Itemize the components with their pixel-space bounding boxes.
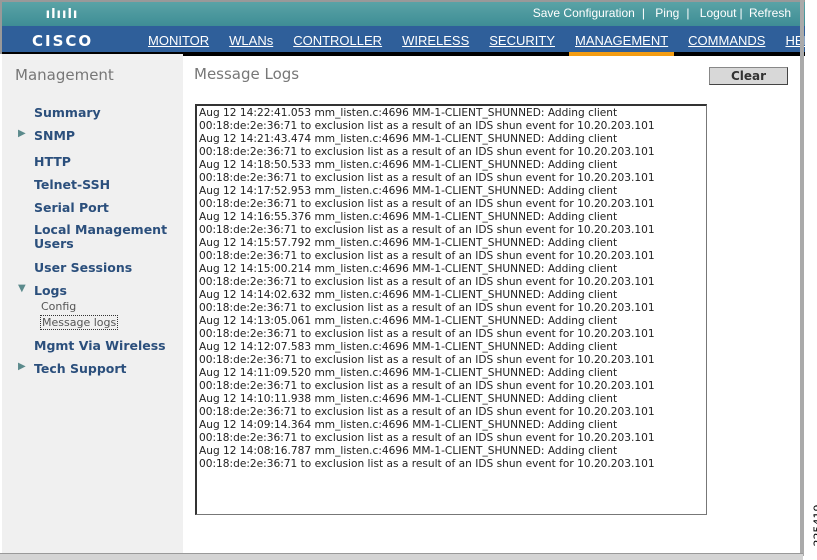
window-border (800, 0, 804, 556)
log-message: mm_listen.c:4696 MM-1-CLIENT_SHUNNED: Ad… (311, 263, 618, 275)
expand-triangle-icon[interactable]: ▶ (18, 128, 26, 139)
save-configuration-link[interactable]: Save Configuration (533, 6, 635, 20)
log-entry: Aug 12 14:18:50.533 mm_listen.c:4696 MM-… (199, 159, 706, 185)
log-message: mm_listen.c:4696 MM-1-CLIENT_SHUNNED: Ad… (311, 367, 618, 379)
sidebar-item-local-management-users[interactable]: Local Management Users (34, 223, 167, 251)
log-message-detail: 00:18:de:2e:36:71 to exclusion list as a… (199, 406, 655, 418)
log-entry: Aug 12 14:16:55.376 mm_listen.c:4696 MM-… (199, 211, 706, 237)
log-message: mm_listen.c:4696 MM-1-CLIENT_SHUNNED: Ad… (311, 445, 618, 457)
sidebar-item-snmp[interactable]: SNMP (34, 128, 75, 143)
log-message: mm_listen.c:4696 MM-1-CLIENT_SHUNNED: Ad… (311, 211, 618, 223)
log-entry: Aug 12 14:11:09.520 mm_listen.c:4696 MM-… (199, 367, 706, 393)
logout-link[interactable]: Logout (700, 6, 737, 20)
sidebar: Management Summary ▶ SNMP HTTP Telnet-SS… (2, 54, 183, 553)
log-timestamp: Aug 12 14:09:14.364 (199, 419, 312, 431)
log-entry: Aug 12 14:14:02.632 mm_listen.c:4696 MM-… (199, 289, 706, 315)
message-log-textarea[interactable]: Aug 12 14:22:41.053 mm_listen.c:4696 MM-… (195, 104, 707, 515)
ping-link[interactable]: Ping (655, 6, 679, 20)
log-message: mm_listen.c:4696 MM-1-CLIENT_SHUNNED: Ad… (311, 393, 618, 405)
sidebar-item-serial-port[interactable]: Serial Port (34, 200, 109, 215)
log-entry: Aug 12 14:15:00.214 mm_listen.c:4696 MM-… (199, 263, 706, 289)
log-message-detail: 00:18:de:2e:36:71 to exclusion list as a… (199, 198, 655, 210)
log-message-detail: 00:18:de:2e:36:71 to exclusion list as a… (199, 458, 655, 470)
menu-security[interactable]: SECURITY (489, 33, 555, 52)
log-entry: Aug 12 14:21:43.474 mm_listen.c:4696 MM-… (199, 133, 706, 159)
menu-controller[interactable]: CONTROLLER (293, 33, 382, 52)
log-entry: Aug 12 14:13:05.061 mm_listen.c:4696 MM-… (199, 315, 706, 341)
log-message-detail: 00:18:de:2e:36:71 to exclusion list as a… (199, 250, 655, 262)
sidebar-subitem-config[interactable]: Config (41, 300, 76, 313)
log-message-detail: 00:18:de:2e:36:71 to exclusion list as a… (199, 172, 655, 184)
sidebar-item-user-sessions[interactable]: User Sessions (34, 260, 132, 275)
log-entry: Aug 12 14:22:41.053 mm_listen.c:4696 MM-… (199, 107, 706, 133)
log-entry: Aug 12 14:08:16.787 mm_listen.c:4696 MM-… (199, 445, 706, 471)
sidebar-item-telnet-ssh[interactable]: Telnet-SSH (34, 177, 110, 192)
log-timestamp: Aug 12 14:22:41.053 (199, 107, 312, 119)
log-message: mm_listen.c:4696 MM-1-CLIENT_SHUNNED: Ad… (311, 133, 618, 145)
log-message: mm_listen.c:4696 MM-1-CLIENT_SHUNNED: Ad… (311, 341, 618, 353)
sidebar-item-summary[interactable]: Summary (34, 105, 101, 120)
log-timestamp: Aug 12 14:15:00.214 (199, 263, 312, 275)
log-entry: Aug 12 14:09:14.364 mm_listen.c:4696 MM-… (199, 419, 706, 445)
log-entry: Aug 12 14:10:11.938 mm_listen.c:4696 MM-… (199, 393, 706, 419)
cisco-logo: ılıılı CISCO (32, 7, 94, 51)
log-timestamp: Aug 12 14:10:11.938 (199, 393, 312, 405)
sidebar-item-tech-support[interactable]: Tech Support (34, 361, 127, 376)
log-timestamp: Aug 12 14:18:50.533 (199, 159, 312, 171)
sidebar-item-http[interactable]: HTTP (34, 154, 71, 169)
log-message: mm_listen.c:4696 MM-1-CLIENT_SHUNNED: Ad… (311, 237, 618, 249)
main-menu: MONITOR WLANs CONTROLLER WIRELESS SECURI… (142, 33, 817, 56)
log-timestamp: Aug 12 14:13:05.061 (199, 315, 312, 327)
page-title: Message Logs (194, 65, 300, 83)
log-message: mm_listen.c:4696 MM-1-CLIENT_SHUNNED: Ad… (311, 107, 618, 119)
log-message-detail: 00:18:de:2e:36:71 to exclusion list as a… (199, 224, 655, 236)
menu-wireless[interactable]: WIRELESS (402, 33, 469, 52)
sidebar-title: Management (15, 66, 114, 84)
status-bar (0, 553, 803, 560)
log-message: mm_listen.c:4696 MM-1-CLIENT_SHUNNED: Ad… (311, 419, 618, 431)
log-timestamp: Aug 12 14:16:55.376 (199, 211, 312, 223)
log-message-detail: 00:18:de:2e:36:71 to exclusion list as a… (199, 380, 655, 392)
log-message-detail: 00:18:de:2e:36:71 to exclusion list as a… (199, 328, 655, 340)
log-message: mm_listen.c:4696 MM-1-CLIENT_SHUNNED: Ad… (311, 315, 618, 327)
menu-monitor[interactable]: MONITOR (148, 33, 209, 52)
clear-button[interactable]: Clear (709, 67, 788, 85)
log-timestamp: Aug 12 14:14:02.632 (199, 289, 312, 301)
log-message-detail: 00:18:de:2e:36:71 to exclusion list as a… (199, 432, 655, 444)
log-entry: Aug 12 14:12:07.583 mm_listen.c:4696 MM-… (199, 341, 706, 367)
log-message: mm_listen.c:4696 MM-1-CLIENT_SHUNNED: Ad… (311, 159, 618, 171)
log-message: mm_listen.c:4696 MM-1-CLIENT_SHUNNED: Ad… (311, 289, 618, 301)
sidebar-subitem-message-logs[interactable]: Message logs (40, 315, 119, 330)
log-message-detail: 00:18:de:2e:36:71 to exclusion list as a… (199, 302, 655, 314)
log-timestamp: Aug 12 14:11:09.520 (199, 367, 312, 379)
expand-triangle-icon[interactable]: ▶ (18, 361, 26, 372)
log-timestamp: Aug 12 14:12:07.583 (199, 341, 312, 353)
log-entry: Aug 12 14:17:52.953 mm_listen.c:4696 MM-… (199, 185, 706, 211)
menu-wlans[interactable]: WLANs (229, 33, 273, 52)
refresh-link[interactable]: Refresh (749, 6, 791, 20)
collapse-triangle-icon[interactable]: ▼ (18, 283, 26, 294)
sidebar-item-mgmt-via-wireless[interactable]: Mgmt Via Wireless (34, 338, 166, 353)
log-timestamp: Aug 12 14:17:52.953 (199, 185, 312, 197)
log-message-detail: 00:18:de:2e:36:71 to exclusion list as a… (199, 276, 655, 288)
header: ılıılı CISCO Save Configuration | Ping | Lo… (0, 0, 817, 56)
sidebar-item-logs[interactable]: Logs (34, 283, 67, 298)
figure-id: 225419 (811, 504, 817, 547)
menu-management[interactable]: MANAGEMENT (568, 33, 675, 56)
log-message-detail: 00:18:de:2e:36:71 to exclusion list as a… (199, 146, 655, 158)
log-timestamp: Aug 12 14:21:43.474 (199, 133, 312, 145)
log-message-detail: 00:18:de:2e:36:71 to exclusion list as a… (199, 120, 655, 132)
log-timestamp: Aug 12 14:15:57.792 (199, 237, 312, 249)
log-message-detail: 00:18:de:2e:36:71 to exclusion list as a… (199, 354, 655, 366)
log-message: mm_listen.c:4696 MM-1-CLIENT_SHUNNED: Ad… (311, 185, 618, 197)
log-entry: Aug 12 14:15:57.792 mm_listen.c:4696 MM-… (199, 237, 706, 263)
log-timestamp: Aug 12 14:08:16.787 (199, 445, 312, 457)
menu-commands[interactable]: COMMANDS (688, 33, 765, 52)
